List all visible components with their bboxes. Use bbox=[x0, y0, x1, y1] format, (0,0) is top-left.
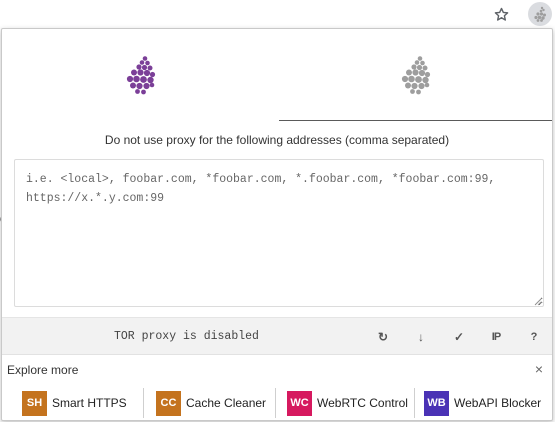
status-bar: TOR proxy is disabled ↻ ↓ ✓ IP ? bbox=[2, 317, 552, 355]
bypass-list-textarea[interactable] bbox=[14, 159, 544, 307]
arrow-down-icon[interactable]: ↓ bbox=[412, 328, 430, 346]
tab-disabled-mode[interactable] bbox=[279, 29, 552, 121]
extension-label: Cache Cleaner bbox=[186, 396, 267, 410]
extension-badge: SH bbox=[22, 390, 47, 416]
explore-extensions-list: SH Smart HTTPS CC Cache Cleaner WC WebRT… bbox=[2, 386, 552, 418]
divider bbox=[275, 388, 276, 418]
check-icon[interactable]: ✓ bbox=[450, 328, 468, 346]
browser-toolbar bbox=[0, 0, 555, 28]
onion-dots-icon bbox=[126, 56, 155, 95]
divider bbox=[143, 388, 144, 418]
mode-tabs bbox=[2, 29, 552, 121]
extension-badge: CC bbox=[156, 390, 181, 416]
extension-link-webapi-blocker[interactable]: WB WebAPI Blocker bbox=[424, 390, 541, 416]
extension-link-smart-https[interactable]: SH Smart HTTPS bbox=[22, 390, 127, 416]
proxy-status-text: TOR proxy is disabled bbox=[114, 330, 259, 343]
extension-label: WebAPI Blocker bbox=[454, 396, 542, 410]
tor-onion-extension-icon[interactable] bbox=[528, 2, 552, 26]
star-outline-icon[interactable] bbox=[490, 3, 512, 25]
onion-dots-icon bbox=[401, 55, 430, 94]
extension-label: WebRTC Control bbox=[317, 396, 408, 410]
tab-enabled-mode[interactable] bbox=[2, 29, 279, 121]
extension-badge: WB bbox=[424, 390, 449, 416]
extension-link-webrtc-control[interactable]: WC WebRTC Control bbox=[287, 390, 408, 416]
extension-label: Smart HTTPS bbox=[52, 396, 127, 410]
extension-link-cache-cleaner[interactable]: CC Cache Cleaner bbox=[156, 390, 266, 416]
close-icon[interactable]: × bbox=[532, 362, 546, 376]
divider bbox=[414, 388, 415, 418]
tor-proxy-popup: Do not use proxy for the following addre… bbox=[1, 28, 553, 421]
reload-icon[interactable]: ↻ bbox=[374, 328, 392, 346]
bypass-description: Do not use proxy for the following addre… bbox=[104, 133, 450, 147]
ip-icon[interactable]: IP bbox=[487, 328, 505, 346]
explore-more-heading: Explore more bbox=[7, 363, 79, 377]
extension-badge: WC bbox=[287, 390, 312, 416]
help-icon[interactable]: ? bbox=[525, 328, 543, 346]
